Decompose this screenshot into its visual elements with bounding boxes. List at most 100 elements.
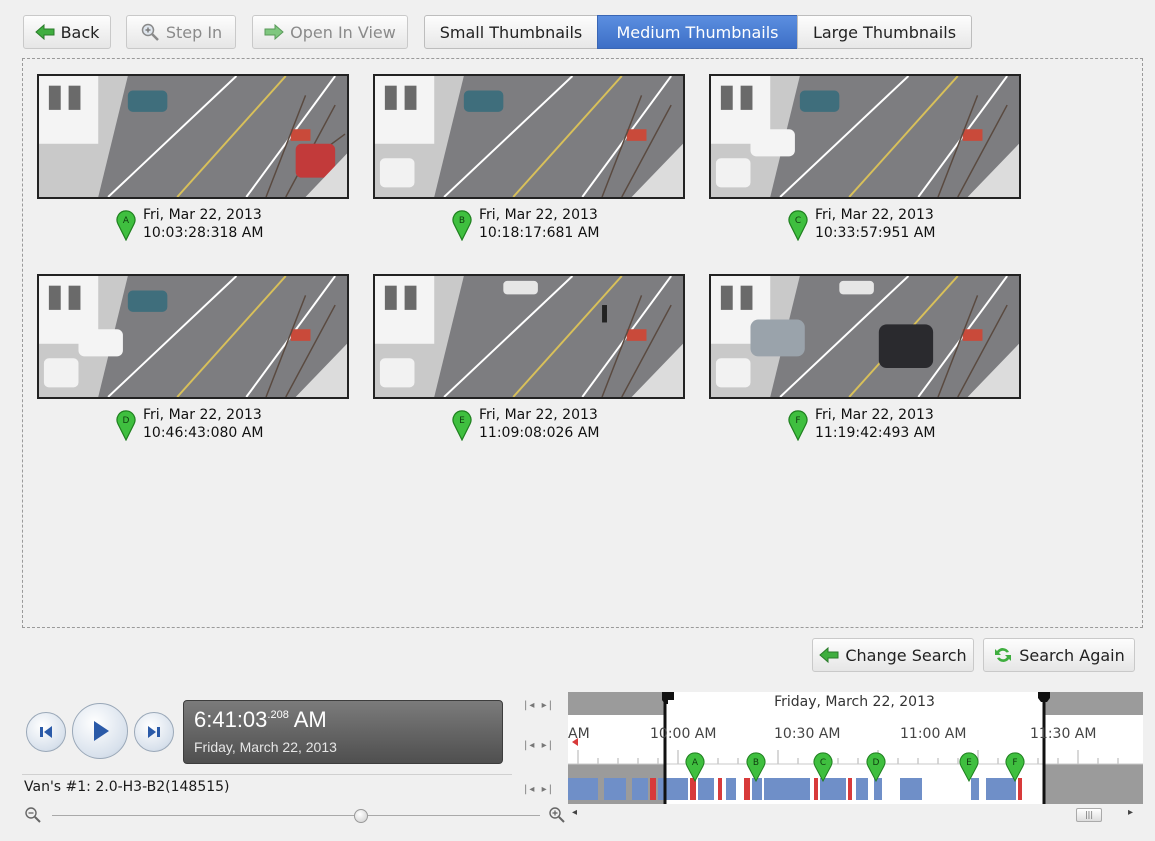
timeline-marker-a-icon[interactable]: A (684, 752, 706, 782)
timeline-date: Friday, March 22, 2013 (774, 694, 935, 710)
arrow-left-icon (34, 22, 55, 42)
scrollbar-thumb[interactable]: ||| (1076, 808, 1102, 822)
street-scene-image (375, 276, 683, 397)
result-caption-d: D Fri, Mar 22, 2013 10:46:43:080 AM (115, 407, 355, 451)
timeline-tick: 10:00 AM (650, 726, 717, 742)
timeline[interactable]: Friday, March 22, 2013 AM 10:00 AM 10:30… (568, 692, 1143, 804)
svg-text:E: E (459, 416, 465, 426)
small-thumbnails-label: Small Thumbnails (439, 22, 583, 42)
skip-nav-top[interactable]: |◂ ▸| (524, 700, 554, 711)
small-thumbnails-button[interactable]: Small Thumbnails (424, 15, 598, 49)
result-date: Fri, Mar 22, 2013 (479, 207, 598, 223)
scroll-left-icon[interactable]: ◂ (572, 807, 577, 818)
map-pin-b-icon: B (452, 210, 472, 241)
result-time: 10:46:43:080 AM (143, 425, 264, 441)
street-scene-image (711, 76, 1019, 197)
svg-text:C: C (795, 216, 801, 226)
back-label: Back (60, 22, 100, 42)
thumbnail-a[interactable] (37, 74, 349, 199)
result-time: 11:09:08:026 AM (479, 425, 600, 441)
zoom-slider-thumb[interactable] (354, 809, 368, 823)
svg-text:B: B (459, 216, 465, 226)
svg-text:B: B (753, 758, 759, 768)
result-date: Fri, Mar 22, 2013 (143, 207, 262, 223)
street-scene-image (39, 276, 347, 397)
result-caption-f: F Fri, Mar 22, 2013 11:19:42:493 AM (787, 407, 1027, 451)
medium-thumbnails-label: Medium Thumbnails (616, 22, 779, 42)
map-pin-f-icon: F (788, 410, 808, 441)
timeline-tick: AM (568, 726, 590, 742)
skip-nav-bottom[interactable]: |◂ ▸| (524, 784, 554, 795)
thumbnail-b[interactable] (373, 74, 685, 199)
timeline-marker-e-icon[interactable]: E (958, 752, 980, 782)
large-thumbnails-label: Large Thumbnails (812, 22, 957, 42)
clock-ampm: AM (293, 707, 327, 732)
timeline-tick: 11:30 AM (1030, 726, 1097, 742)
divider (22, 774, 512, 775)
svg-text:E: E (966, 758, 972, 768)
svg-text:D: D (873, 758, 880, 768)
zoom-in-icon (140, 22, 160, 42)
thumbnail-f[interactable] (709, 274, 1021, 399)
large-thumbnails-button[interactable]: Large Thumbnails (797, 15, 972, 49)
map-pin-c-icon: C (788, 210, 808, 241)
scroll-right-icon[interactable]: ▸ (1128, 807, 1133, 818)
step-forward-icon (148, 726, 160, 738)
result-date: Fri, Mar 22, 2013 (815, 407, 934, 423)
result-caption-b: B Fri, Mar 22, 2013 10:18:17:681 AM (451, 207, 691, 251)
svg-text:F: F (1012, 758, 1017, 768)
svg-text:C: C (820, 758, 826, 768)
open-in-view-label: Open In View (290, 22, 396, 42)
map-pin-d-icon: D (116, 410, 136, 441)
result-time: 10:33:57:951 AM (815, 225, 936, 241)
change-search-button[interactable]: Change Search (812, 638, 974, 672)
clock-ms: .208 (267, 709, 289, 721)
clock-time: 6:41:03 (194, 707, 268, 732)
thumbnail-c[interactable] (709, 74, 1021, 199)
play-button[interactable] (72, 703, 128, 759)
thumbnail-e[interactable] (373, 274, 685, 399)
timeline-marker-f-icon[interactable]: F (1004, 752, 1026, 782)
step-forward-button[interactable] (134, 712, 174, 752)
clock-date: Friday, March 22, 2013 (194, 739, 337, 755)
back-button[interactable]: Back (23, 15, 111, 49)
street-scene-image (375, 76, 683, 197)
result-time: 11:19:42:493 AM (815, 425, 936, 441)
timeline-marker-d-icon[interactable]: D (865, 752, 887, 782)
arrow-right-icon (264, 22, 284, 42)
result-date: Fri, Mar 22, 2013 (815, 207, 934, 223)
zoom-slider-track[interactable] (52, 815, 540, 816)
step-in-label: Step In (165, 22, 223, 42)
timeline-tick: 10:30 AM (774, 726, 841, 742)
result-time: 10:03:28:318 AM (143, 225, 264, 241)
result-time: 10:18:17:681 AM (479, 225, 600, 241)
zoom-out-icon[interactable] (24, 806, 42, 824)
timeline-tick: 11:00 AM (900, 726, 967, 742)
svg-text:A: A (692, 758, 699, 768)
results-panel: A Fri, Mar 22, 2013 10:03:28:318 AM B Fr… (22, 58, 1143, 628)
open-in-view-button[interactable]: Open In View (252, 15, 408, 49)
camera-name: Van's #1: 2.0-H3-B2(148515) (24, 779, 230, 795)
svg-text:D: D (123, 416, 130, 426)
step-back-button[interactable] (26, 712, 66, 752)
skip-nav-mid[interactable]: |◂ ▸| (524, 740, 554, 751)
search-again-button[interactable]: Search Again (983, 638, 1135, 672)
thumbnail-d[interactable] (37, 274, 349, 399)
result-caption-e: E Fri, Mar 22, 2013 11:09:08:026 AM (451, 407, 691, 451)
result-date: Fri, Mar 22, 2013 (143, 407, 262, 423)
step-in-button[interactable]: Step In (126, 15, 236, 49)
arrow-left-icon (819, 645, 839, 665)
timeline-scrollbar[interactable]: ◂ ||| ▸ (568, 806, 1143, 824)
zoom-in-icon[interactable] (548, 806, 566, 824)
timeline-marker-b-icon[interactable]: B (745, 752, 767, 782)
result-date: Fri, Mar 22, 2013 (479, 407, 598, 423)
search-again-label: Search Again (1019, 645, 1125, 665)
playback-clock: 6:41:03.208 AM Friday, March 22, 2013 (183, 700, 503, 764)
play-icon (94, 721, 109, 741)
street-scene-image (39, 76, 347, 197)
map-pin-e-icon: E (452, 410, 472, 441)
map-pin-a-icon: A (116, 210, 136, 241)
medium-thumbnails-button[interactable]: Medium Thumbnails (597, 15, 798, 49)
timeline-marker-c-icon[interactable]: C (812, 752, 834, 782)
step-back-icon (40, 726, 52, 738)
